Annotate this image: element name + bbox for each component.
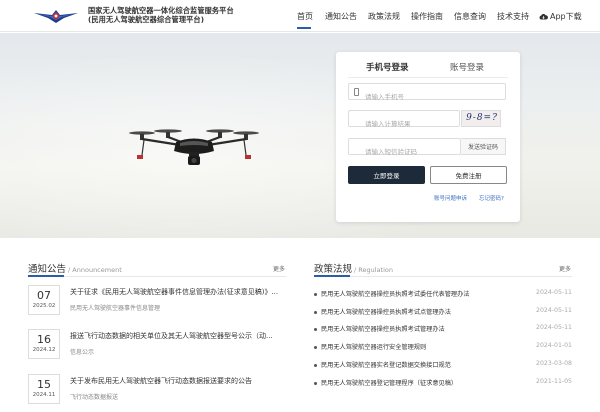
notices-more-link[interactable]: 更多 bbox=[273, 264, 285, 273]
notice-day: 07 bbox=[37, 289, 51, 302]
nav-app-download[interactable]: App下载 bbox=[539, 11, 582, 22]
forgot-password-link[interactable]: 忘记密码? bbox=[479, 194, 504, 202]
policies-subtitle: / Regulation bbox=[354, 266, 393, 274]
sms-code-input[interactable] bbox=[349, 144, 460, 160]
policy-title[interactable]: 民用无人驾驶航空器实名登记数据交换接口规范 bbox=[321, 360, 451, 369]
notice-date: 07 2025.02 bbox=[28, 285, 60, 315]
bullet-icon bbox=[314, 346, 317, 349]
notice-year-month: 2024.11 bbox=[32, 392, 56, 398]
hero-banner: 手机号登录 账号登录 9-8=? 发送验证码 立即登录 免费注册 账号问题申诉 … bbox=[0, 33, 600, 238]
policy-title[interactable]: 民用无人驾驶航空器运行安全管理规则 bbox=[321, 342, 426, 351]
bullet-icon bbox=[314, 293, 317, 296]
notice-date: 15 2024.11 bbox=[28, 374, 60, 404]
notice-title[interactable]: 报送飞行动态数据的相关单位及其无人驾驶航空器型号公示（动... bbox=[70, 331, 290, 341]
policy-date: 2024-05-11 bbox=[536, 289, 572, 296]
cloud-download-icon bbox=[539, 13, 548, 20]
nav-notices[interactable]: 通知公告 bbox=[325, 11, 357, 22]
tab-account-login[interactable]: 账号登录 bbox=[450, 61, 484, 73]
bullet-icon bbox=[314, 311, 317, 314]
policy-item[interactable]: 民用无人驾驶航空器运行安全管理规则 2024-01-01 bbox=[314, 341, 572, 355]
policy-item[interactable]: 民用无人驾驶航空器操控员执照考试管理办法 2024-05-11 bbox=[314, 323, 572, 337]
login-button[interactable]: 立即登录 bbox=[348, 166, 425, 184]
nav-policies[interactable]: 政策法规 bbox=[368, 11, 400, 22]
notice-source: 飞行动态数据报送 bbox=[70, 394, 119, 401]
notice-item[interactable]: 07 2025.02 关于征求《民用无人驾驶航空器事件信息管理办法(征求意见稿)… bbox=[28, 285, 288, 323]
notice-source: 民用无人驾驶航空器事件信息管理 bbox=[70, 305, 161, 312]
policies-heading: 政策法规 / Regulation bbox=[314, 261, 393, 275]
notices-divider-accent bbox=[28, 275, 64, 277]
notice-source: 信息公示 bbox=[70, 349, 95, 356]
notices-divider bbox=[28, 276, 286, 277]
nav-info-query[interactable]: 信息查询 bbox=[454, 11, 486, 22]
policies-title: 政策法规 bbox=[314, 264, 353, 275]
policy-item[interactable]: 民用无人驾驶航空器登记管理程序（征求意见稿） 2021-11-05 bbox=[314, 377, 572, 391]
nav-guide[interactable]: 操作指南 bbox=[411, 11, 443, 22]
phone-icon bbox=[354, 88, 359, 96]
policy-item[interactable]: 民用无人驾驶航空器实名登记数据交换接口规范 2023-03-08 bbox=[314, 359, 572, 373]
policy-title[interactable]: 民用无人驾驶航空器操控员执照考试委任代表管理办法 bbox=[321, 289, 470, 298]
captcha-text: 9-8=? bbox=[466, 113, 498, 123]
caac-logo[interactable] bbox=[34, 6, 78, 26]
notice-title[interactable]: 关于征求《民用无人驾驶航空器事件信息管理办法(征求意见稿)》... bbox=[70, 287, 290, 297]
send-sms-button[interactable]: 发送验证码 bbox=[461, 138, 506, 155]
policy-title[interactable]: 民用无人驾驶航空器操控员执照考试管理办法 bbox=[321, 324, 445, 333]
policy-date: 2021-11-05 bbox=[536, 378, 572, 385]
policy-title[interactable]: 民用无人驾驶航空器操控员执照考试点管理办法 bbox=[321, 307, 451, 316]
notice-day: 16 bbox=[37, 333, 51, 346]
captcha-image[interactable]: 9-8=? bbox=[461, 110, 501, 127]
top-header: 国家无人驾驶航空器一体化综合监管服务平台 (民用无人驾驶航空器综合管理平台) 首… bbox=[0, 0, 600, 32]
site-title: 国家无人驾驶航空器一体化综合监管服务平台 (民用无人驾驶航空器综合管理平台) bbox=[88, 6, 234, 24]
notices-title: 通知公告 bbox=[28, 264, 67, 275]
policy-date: 2024-05-11 bbox=[536, 324, 572, 331]
app-download-label: App下载 bbox=[550, 12, 582, 21]
nav-home[interactable]: 首页 bbox=[297, 11, 313, 22]
site-title-line1: 国家无人驾驶航空器一体化综合监管服务平台 bbox=[88, 6, 234, 15]
policy-item[interactable]: 民用无人驾驶航空器操控员执照考试委任代表管理办法 2024-05-11 bbox=[314, 288, 572, 302]
bullet-icon bbox=[314, 364, 317, 367]
notices-subtitle: / Announcement bbox=[68, 266, 122, 274]
notice-item[interactable]: 16 2024.12 报送飞行动态数据的相关单位及其无人驾驶航空器型号公示（动.… bbox=[28, 329, 288, 367]
phone-input[interactable] bbox=[349, 89, 505, 105]
policy-date: 2024-05-11 bbox=[536, 307, 572, 314]
captcha-answer-input[interactable] bbox=[349, 116, 459, 132]
notice-date: 16 2024.12 bbox=[28, 329, 60, 359]
bullet-icon bbox=[314, 382, 317, 385]
notice-year-month: 2024.12 bbox=[32, 347, 56, 353]
notice-day: 15 bbox=[37, 378, 51, 391]
notices-heading: 通知公告 / Announcement bbox=[28, 261, 122, 275]
nav-tech-support[interactable]: 技术支持 bbox=[497, 11, 529, 22]
notice-item[interactable]: 15 2024.11 关于发布民用无人驾驶航空器飞行动态数据报送要求的公告 飞行… bbox=[28, 374, 288, 412]
drone-image bbox=[129, 129, 259, 165]
site-title-line2: (民用无人驾驶航空器综合管理平台) bbox=[88, 15, 205, 24]
notice-year-month: 2025.02 bbox=[32, 303, 56, 309]
policy-item[interactable]: 民用无人驾驶航空器操控员执照考试点管理办法 2024-05-11 bbox=[314, 306, 572, 320]
policy-title[interactable]: 民用无人驾驶航空器登记管理程序（征求意见稿） bbox=[321, 378, 457, 387]
account-appeal-link[interactable]: 账号问题申诉 bbox=[434, 194, 467, 202]
captcha-answer-field[interactable] bbox=[348, 110, 460, 132]
tab-phone-login[interactable]: 手机号登录 bbox=[366, 61, 409, 73]
notice-title[interactable]: 关于发布民用无人驾驶航空器飞行动态数据报送要求的公告 bbox=[70, 376, 290, 386]
nav-active-indicator bbox=[297, 27, 311, 29]
policies-more-link[interactable]: 更多 bbox=[559, 264, 571, 273]
login-card: 手机号登录 账号登录 9-8=? 发送验证码 立即登录 免费注册 账号问题申诉 … bbox=[336, 52, 520, 222]
tab-divider bbox=[348, 77, 508, 78]
phone-field[interactable] bbox=[348, 83, 506, 105]
register-button[interactable]: 免费注册 bbox=[430, 166, 507, 184]
policies-divider-accent bbox=[314, 275, 350, 277]
bullet-icon bbox=[314, 328, 317, 331]
policy-date: 2024-01-01 bbox=[536, 342, 572, 349]
sms-code-field[interactable] bbox=[348, 138, 461, 160]
policy-date: 2023-03-08 bbox=[536, 360, 572, 367]
policies-divider bbox=[314, 276, 572, 277]
